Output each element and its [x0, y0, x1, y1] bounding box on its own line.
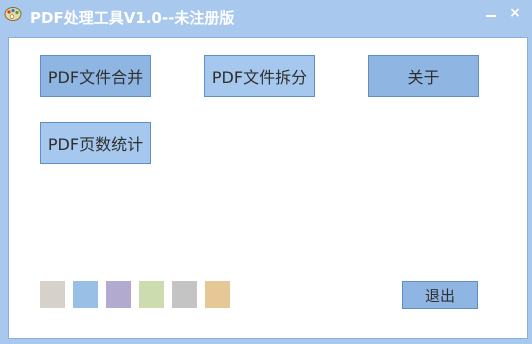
minimize-icon [486, 15, 496, 17]
pdf-page-count-button[interactable]: PDF页数统计 [40, 122, 151, 164]
title-bar[interactable]: PDF处理工具V1.0--未注册版 × [0, 0, 532, 37]
app-window: PDF处理工具V1.0--未注册版 × PDF文件合并 PDF文件拆分 关于 P… [0, 0, 532, 344]
main-panel: PDF文件合并 PDF文件拆分 关于 PDF页数统计 退出 [8, 37, 528, 339]
pdf-split-button[interactable]: PDF文件拆分 [204, 55, 315, 97]
close-icon: × [509, 5, 521, 21]
palette-icon [4, 6, 22, 22]
about-button[interactable]: 关于 [368, 55, 479, 97]
close-button[interactable]: × [505, 4, 525, 22]
theme-swatch[interactable] [205, 281, 230, 308]
window-title: PDF处理工具V1.0--未注册版 [30, 9, 235, 27]
exit-button[interactable]: 退出 [402, 281, 478, 309]
theme-swatch[interactable] [40, 281, 65, 308]
theme-swatch[interactable] [106, 281, 131, 308]
theme-swatch[interactable] [73, 281, 98, 308]
theme-swatch[interactable] [172, 281, 197, 308]
minimize-button[interactable] [481, 4, 501, 22]
theme-swatch[interactable] [139, 281, 164, 308]
pdf-merge-button[interactable]: PDF文件合并 [40, 55, 151, 97]
